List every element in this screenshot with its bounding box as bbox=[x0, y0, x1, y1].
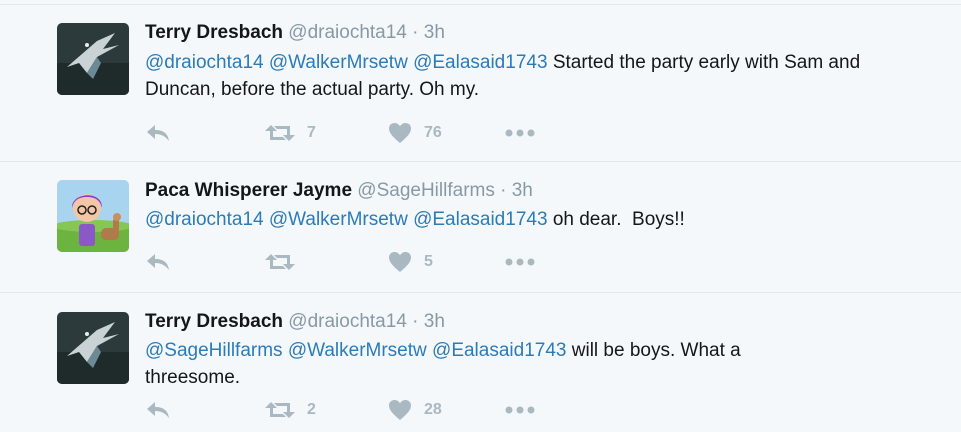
user-name[interactable]: Paca Whisperer Jayme bbox=[145, 180, 352, 201]
more-button[interactable] bbox=[505, 250, 535, 274]
tweet-time[interactable]: 3h bbox=[512, 180, 533, 201]
reply-icon bbox=[147, 125, 169, 141]
avatar[interactable] bbox=[57, 180, 129, 252]
tweet-header: Terry Dresbach @draiochta14 · 3h bbox=[145, 311, 445, 333]
user-name[interactable]: Terry Dresbach bbox=[145, 22, 283, 43]
more-button[interactable] bbox=[505, 121, 535, 145]
heart-icon bbox=[389, 123, 411, 143]
tweet-header: Terry Dresbach @draiochta14 · 3h bbox=[145, 22, 445, 44]
reply-button[interactable] bbox=[145, 398, 171, 422]
separator-dot: · bbox=[500, 180, 507, 201]
reply-button[interactable] bbox=[145, 121, 171, 145]
separator-dot: · bbox=[412, 22, 419, 43]
mention-link[interactable]: @SageHillfarms bbox=[145, 340, 283, 361]
retweet-button[interactable]: 2 bbox=[265, 398, 316, 422]
retweet-count: 2 bbox=[307, 401, 316, 418]
heart-icon bbox=[389, 400, 411, 420]
tweet-timeline: Terry Dresbach @draiochta14 · 3h @draioc… bbox=[0, 0, 961, 432]
retweet-icon bbox=[265, 125, 295, 141]
retweet-icon bbox=[265, 402, 295, 418]
user-handle[interactable]: @SageHillfarms bbox=[357, 180, 495, 201]
tweet-text: @draiochta14 @WalkerMrsetw @Ealasaid1743… bbox=[145, 206, 925, 233]
tweet[interactable]: Paca Whisperer Jayme @SageHillfarms · 3h… bbox=[0, 161, 961, 292]
avatar[interactable] bbox=[57, 312, 129, 384]
mention-link[interactable]: @draiochta14 bbox=[145, 52, 264, 73]
mention-link[interactable]: @WalkerMrsetw bbox=[288, 340, 427, 361]
like-count: 5 bbox=[424, 253, 433, 270]
reply-icon bbox=[147, 254, 169, 270]
cartoon-girl-alpaca-avatar-icon bbox=[57, 180, 129, 252]
heart-icon bbox=[389, 252, 411, 272]
user-handle[interactable]: @draiochta14 bbox=[288, 311, 407, 332]
swallow-bird-avatar-icon bbox=[57, 23, 129, 95]
mention-link[interactable]: @draiochta14 bbox=[145, 209, 264, 230]
like-count: 28 bbox=[424, 401, 442, 418]
mention-link[interactable]: @WalkerMrsetw bbox=[269, 52, 408, 73]
swallow-bird-avatar-icon bbox=[57, 312, 129, 384]
like-button[interactable]: 28 bbox=[388, 398, 442, 422]
retweet-icon bbox=[265, 254, 295, 270]
separator-dot: · bbox=[412, 311, 419, 332]
like-button[interactable]: 5 bbox=[388, 250, 433, 274]
tweet-time[interactable]: 3h bbox=[424, 311, 445, 332]
retweet-button[interactable] bbox=[265, 250, 307, 274]
reply-button[interactable] bbox=[145, 250, 171, 274]
avatar[interactable] bbox=[57, 23, 129, 95]
mention-link[interactable]: @Ealasaid1743 bbox=[432, 340, 566, 361]
tweet-header: Paca Whisperer Jayme @SageHillfarms · 3h bbox=[145, 180, 533, 202]
tweet[interactable]: Terry Dresbach @draiochta14 · 3h @SageHi… bbox=[0, 292, 961, 432]
mention-link[interactable]: @Ealasaid1743 bbox=[413, 209, 547, 230]
like-count: 76 bbox=[424, 124, 442, 141]
reply-icon bbox=[147, 402, 169, 418]
more-icon bbox=[505, 406, 535, 414]
tweet-text: @SageHillfarms @WalkerMrsetw @Ealasaid17… bbox=[145, 337, 825, 391]
tweet-text: @draiochta14 @WalkerMrsetw @Ealasaid1743… bbox=[145, 49, 925, 103]
retweet-count: 7 bbox=[307, 124, 316, 141]
user-name[interactable]: Terry Dresbach bbox=[145, 311, 283, 332]
user-handle[interactable]: @draiochta14 bbox=[288, 22, 407, 43]
retweet-button[interactable]: 7 bbox=[265, 121, 316, 145]
tweet-time[interactable]: 3h bbox=[424, 22, 445, 43]
mention-link[interactable]: @Ealasaid1743 bbox=[413, 52, 547, 73]
tweet[interactable]: Terry Dresbach @draiochta14 · 3h @draioc… bbox=[0, 4, 961, 161]
more-button[interactable] bbox=[505, 398, 535, 422]
tweet-body: oh dear. Boys!! bbox=[552, 209, 685, 230]
like-button[interactable]: 76 bbox=[388, 121, 442, 145]
more-icon bbox=[505, 258, 535, 266]
more-icon bbox=[505, 129, 535, 137]
mention-link[interactable]: @WalkerMrsetw bbox=[269, 209, 408, 230]
